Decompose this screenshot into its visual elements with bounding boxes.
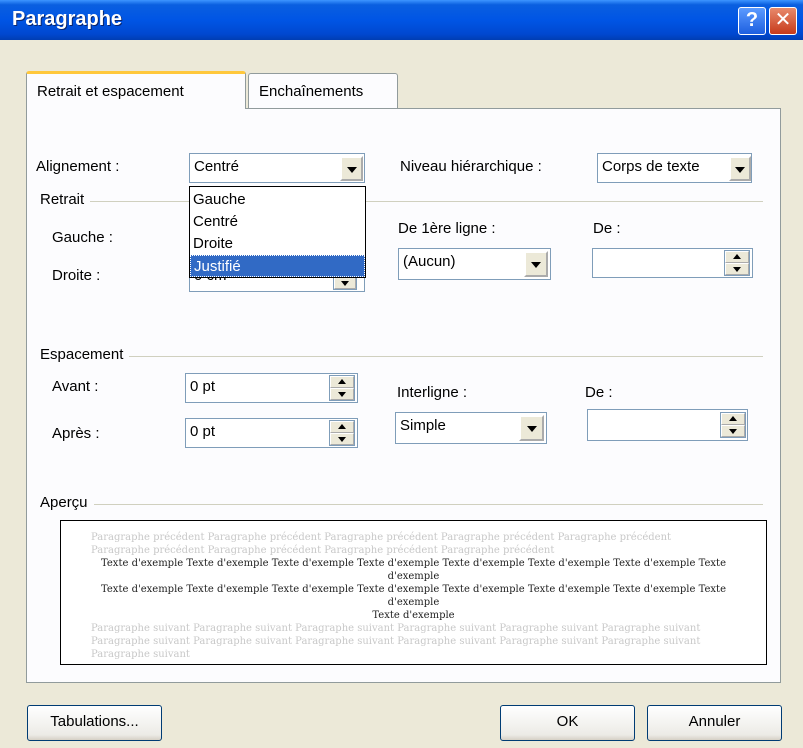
line-spacing-label: Interligne : — [397, 384, 468, 401]
retrait-rule — [40, 201, 763, 202]
tab-enchainements[interactable]: Enchaînements — [248, 73, 398, 108]
spin-down-icon[interactable] — [725, 263, 749, 275]
after-spinner[interactable] — [329, 420, 355, 446]
spin-down-icon[interactable] — [721, 425, 745, 437]
line-spacing-value: Simple — [400, 417, 446, 434]
before-spinner[interactable] — [329, 375, 355, 401]
help-button[interactable]: ? — [738, 7, 766, 35]
at-label: De : — [585, 384, 613, 401]
spin-up-icon[interactable] — [330, 376, 354, 388]
spin-up-icon[interactable] — [721, 413, 745, 425]
alignment-value: Centré — [194, 158, 240, 175]
by-spinner[interactable] — [724, 250, 750, 276]
preview-prev-line: Paragraphe précédent Paragraphe précéden… — [91, 545, 555, 556]
alignment-combo[interactable]: Centré — [189, 153, 365, 183]
alignment-option-centre[interactable]: Centré — [190, 211, 365, 233]
espacement-group-title: Espacement — [40, 346, 130, 363]
tab-retrait-espacement[interactable]: Retrait et espacement — [26, 71, 246, 109]
ok-button[interactable]: OK — [500, 705, 635, 741]
first-line-label: De 1ère ligne : — [398, 220, 496, 237]
preview-next-line: Paragraphe suivant — [91, 649, 190, 660]
alignment-dropdown-list[interactable]: Gauche Centré Droite Justifié — [189, 186, 366, 278]
first-line-value: (Aucun) — [403, 253, 456, 270]
spin-down-icon[interactable] — [330, 388, 354, 400]
alignment-option-justifie[interactable]: Justifié — [190, 255, 365, 277]
spin-down-icon[interactable] — [330, 433, 354, 445]
tabulations-button[interactable]: Tabulations... — [27, 705, 162, 741]
tab-label: Retrait et espacement — [37, 83, 184, 100]
left-indent-label: Gauche : — [52, 229, 113, 246]
level-value: Corps de texte — [602, 158, 700, 175]
at-spinner[interactable] — [720, 412, 746, 438]
alignment-option-gauche[interactable]: Gauche — [190, 189, 365, 211]
alignment-option-droite[interactable]: Droite — [190, 233, 365, 255]
alignment-dropdown-icon[interactable] — [340, 156, 363, 181]
after-value: 0 pt — [190, 423, 216, 440]
apercu-rule — [40, 504, 763, 505]
retrait-group-title: Retrait — [40, 191, 91, 208]
alignment-label: Alignement : — [36, 158, 120, 175]
level-label: Niveau hiérarchique : — [400, 158, 542, 175]
apercu-group-title: Aperçu — [40, 494, 94, 511]
before-value: 0 pt — [190, 378, 216, 395]
spin-up-icon[interactable] — [330, 421, 354, 433]
preview-sample-line: Texte d'exemple — [372, 610, 455, 621]
before-label: Avant : — [52, 378, 99, 395]
spin-down-icon[interactable] — [334, 277, 356, 289]
right-indent-label: Droite : — [52, 267, 101, 284]
by-label: De : — [593, 220, 621, 237]
preview-next-line: Paragraphe suivant Paragraphe suivant Pa… — [91, 623, 701, 634]
line-spacing-dropdown-icon[interactable] — [519, 415, 544, 441]
window-title: Paragraphe — [12, 8, 123, 30]
title-bar[interactable]: Paragraphe ? ✕ — [0, 0, 803, 40]
spin-up-icon[interactable] — [725, 251, 749, 263]
preview-sample-line: Texte d'exemple Texte d'exemple Texte d'… — [101, 558, 726, 582]
tab-label: Enchaînements — [259, 83, 364, 100]
espacement-rule — [40, 356, 763, 357]
cancel-button[interactable]: Annuler — [647, 705, 782, 741]
preview-sample-line: Texte d'exemple Texte d'exemple Texte d'… — [101, 584, 726, 608]
first-line-dropdown-icon[interactable] — [524, 251, 548, 277]
close-button[interactable]: ✕ — [769, 7, 797, 35]
after-label: Après : — [52, 425, 100, 442]
preview-next-line: Paragraphe suivant Paragraphe suivant Pa… — [91, 636, 701, 647]
preview-prev-line: Paragraphe précédent Paragraphe précéden… — [91, 532, 672, 543]
preview-box: Paragraphe précédent Paragraphe précéden… — [60, 520, 767, 665]
level-dropdown-icon[interactable] — [729, 156, 751, 181]
